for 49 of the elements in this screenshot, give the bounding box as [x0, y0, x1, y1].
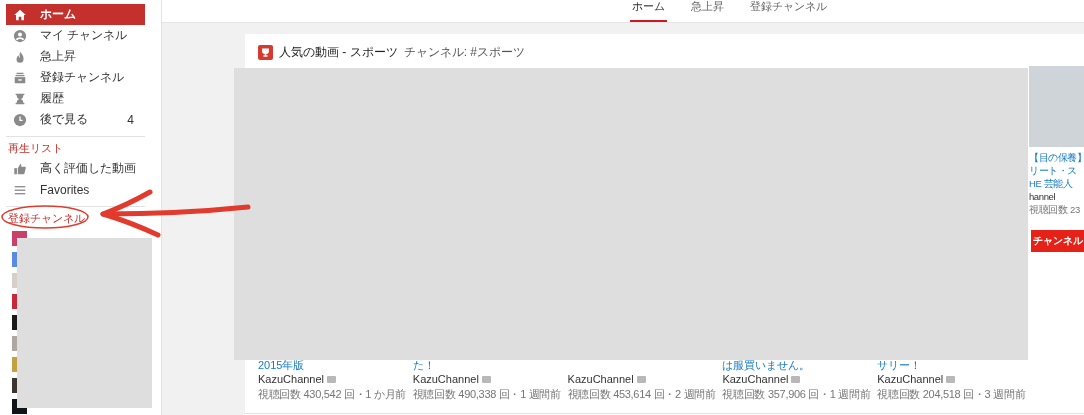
subscriptions-icon [13, 70, 27, 85]
subscribe-button[interactable]: チャンネル [1031, 230, 1084, 252]
verified-badge-icon [946, 376, 956, 383]
verified-badge-icon [636, 376, 646, 383]
view-count: 視聴回数 23 [1029, 203, 1081, 216]
verified-badge-icon [791, 376, 801, 383]
video-title[interactable]: 【目の保養】 [1029, 151, 1084, 164]
view-count: 視聴回数 430,542 回・1 か月前 [258, 387, 407, 402]
video-title[interactable]: た！ [412, 359, 560, 372]
sidebar-item[interactable]: Favorites [6, 179, 145, 200]
view-count: 視聴回数 453,614 回・2 週間前 [567, 387, 716, 402]
video-title[interactable]: リート・ス [1029, 164, 1084, 177]
home-icon [13, 7, 27, 22]
section-heading: 再生リスト [7, 141, 64, 155]
video-thumbnail[interactable] [1029, 66, 1084, 147]
nav-tab[interactable]: 登録チャンネル [748, 0, 829, 22]
shelf-title[interactable]: 人気の動画 - スポーツ [279, 43, 398, 61]
channel-name[interactable]: KazuChannel [722, 372, 789, 387]
nav-tab[interactable]: ホーム [630, 0, 667, 22]
verified-badge-icon [327, 376, 337, 383]
item-count: 4 [127, 112, 134, 127]
nav-tab[interactable]: 急上昇 [689, 0, 726, 22]
view-count: 視聴回数 204,518 回・3 週間前 [877, 387, 1026, 402]
video-title[interactable]: は服買いません。 [722, 359, 870, 372]
sidebar-item[interactable]: マイ チャンネル [6, 25, 145, 46]
section-heading: 登録チャンネル [8, 212, 85, 224]
sidebar-item[interactable]: 急上昇 [6, 46, 145, 67]
video-title[interactable]: HE 芸能人 [1029, 177, 1084, 190]
channel-name[interactable]: KazuChannel [258, 372, 325, 387]
view-count: 視聴回数 490,338 回・1 週間前 [412, 387, 561, 402]
sidebar-item[interactable]: 高く評価した動画 [6, 158, 145, 179]
shelf-subtitle: チャンネル: #スポーツ [403, 43, 525, 61]
sidebar-item[interactable]: 登録チャンネル [6, 67, 145, 88]
hourglass-icon [13, 91, 27, 106]
video-title[interactable]: 2015年版 [258, 359, 405, 372]
channel-name[interactable]: hannel [1029, 190, 1056, 203]
sidebar-item[interactable]: ホーム [6, 4, 145, 25]
thumbs-up-icon [13, 161, 27, 176]
verified-badge-icon [481, 376, 491, 383]
channel-name[interactable]: KazuChannel [877, 372, 944, 387]
trophy-icon [258, 44, 273, 60]
sidebar-item[interactable]: 後で見る 4 [6, 109, 145, 130]
sidebar-item[interactable]: 履歴 [6, 88, 145, 109]
view-count: 視聴回数 357,906 回・1 週間前 [722, 387, 871, 402]
clock-icon [13, 112, 27, 127]
video-title[interactable]: サリー！ [877, 359, 1025, 372]
channel-name[interactable]: KazuChannel [567, 372, 634, 387]
channel-name[interactable]: KazuChannel [412, 372, 479, 387]
user-circle-icon [13, 28, 27, 43]
